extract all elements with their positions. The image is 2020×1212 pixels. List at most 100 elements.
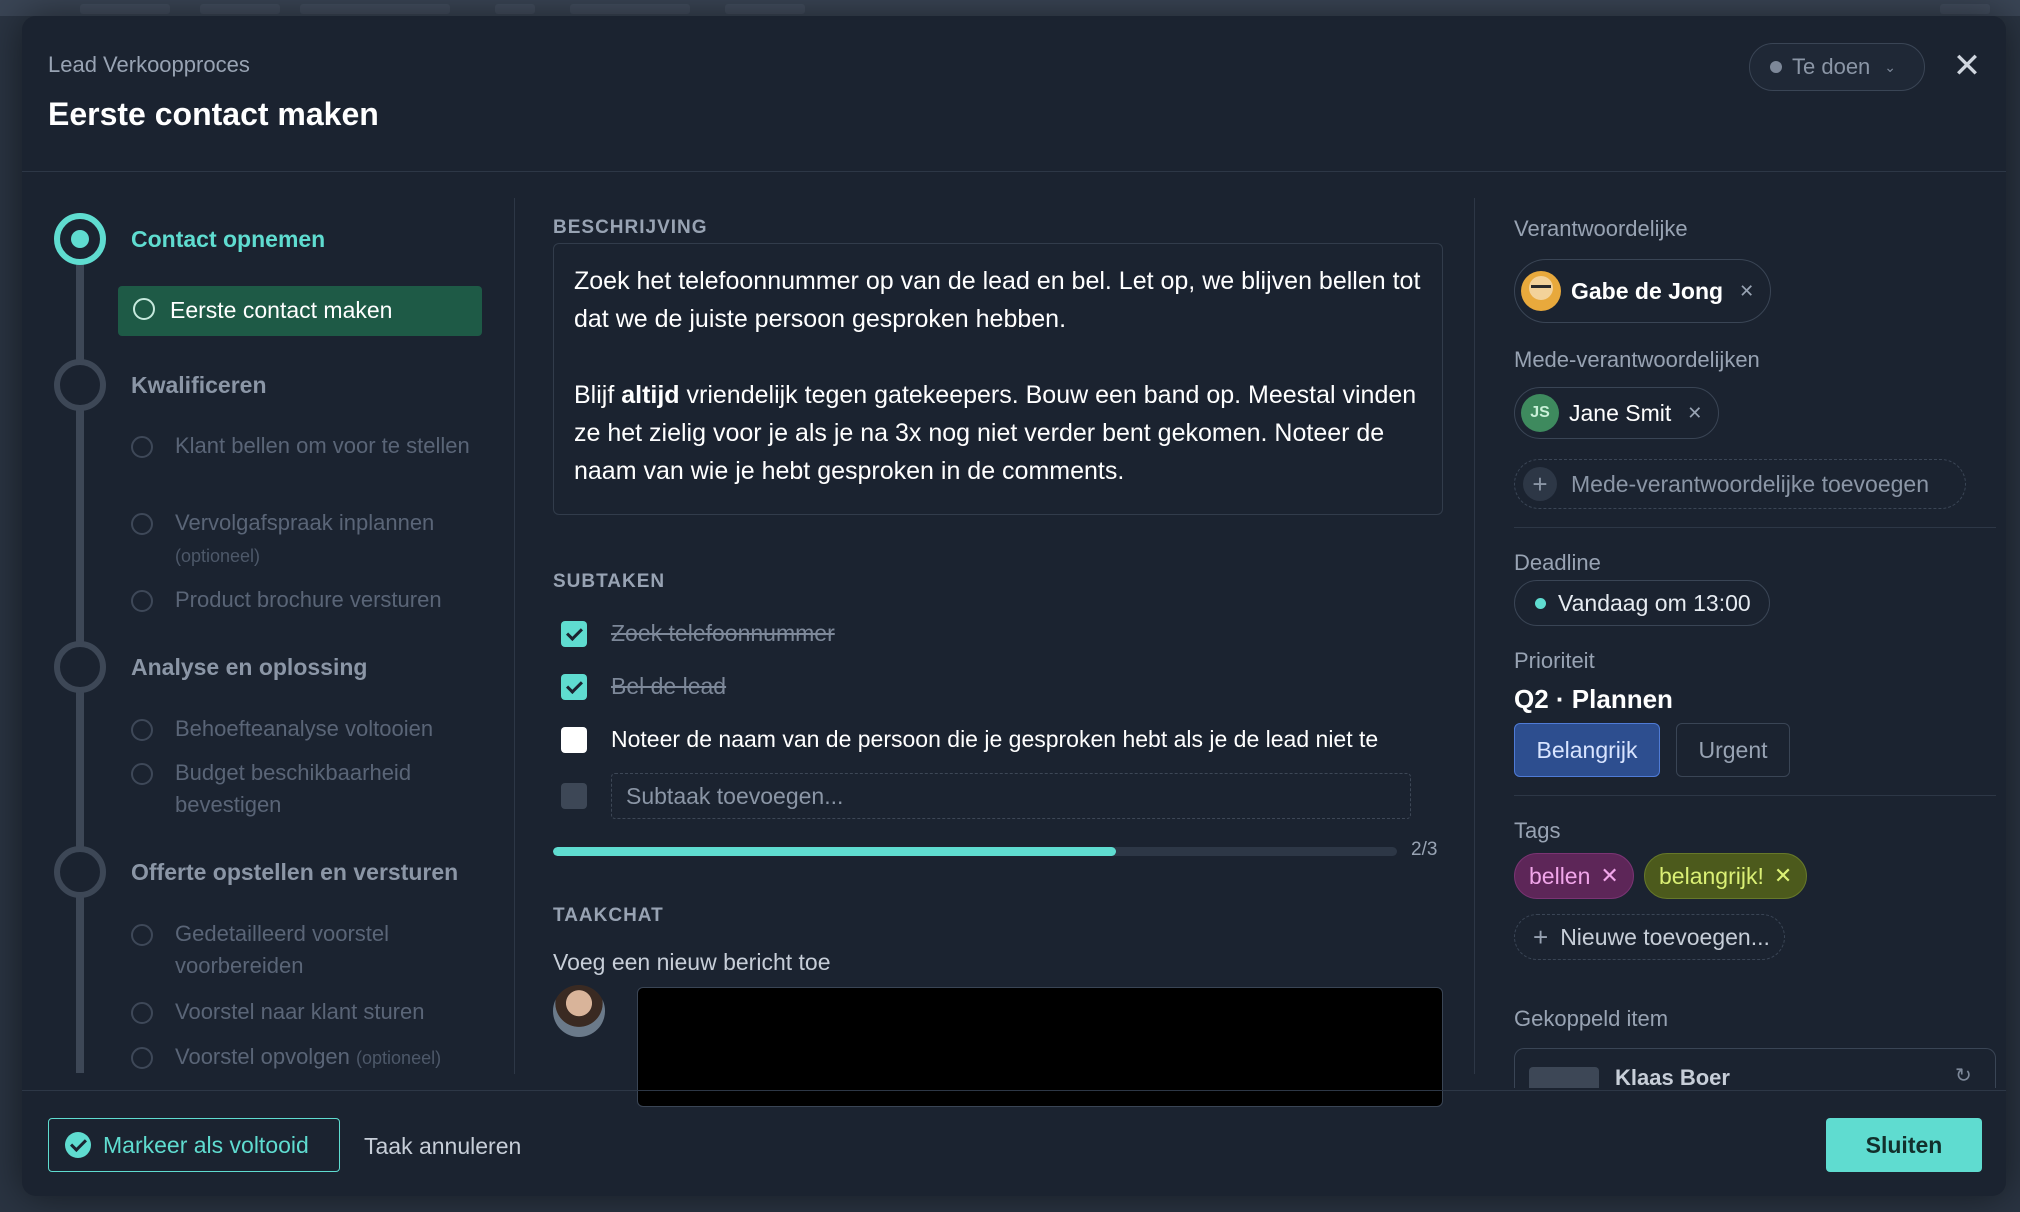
subtask-label: Bel de lead [611,673,727,699]
radio-icon [131,924,153,946]
plus-icon: + [1523,467,1557,501]
tag-belangrijk[interactable]: belangrijk! ✕ [1644,853,1808,899]
step-title-offerte[interactable]: Offerte opstellen en versturen [131,859,458,886]
add-subtask-input[interactable] [611,773,1411,819]
column-divider [1474,198,1475,1074]
linked-item-name: Klaas Boer [1615,1065,1730,1088]
step-item-budget[interactable]: Budget beschikbaarheid bevestigen [131,757,495,821]
step-item-vervolgafspraak[interactable]: Vervolgafspraak inplannen (optioneel) [131,507,495,572]
linked-item-card[interactable]: Klaas Boer ↻ [1514,1048,1996,1088]
breadcrumb[interactable]: Lead Verkoopproces [48,52,250,78]
priority-label: Prioriteit [1514,648,1595,673]
step-item-behoefteanalyse[interactable]: Behoefteanalyse voltooien [131,713,495,745]
co-owner-chip[interactable]: JS Jane Smit ✕ [1514,387,1720,439]
step-title-contact-opnemen[interactable]: Contact opnemen [131,226,325,253]
subtask-row[interactable]: Bel de lead [561,673,726,700]
close-button[interactable]: Sluiten [1826,1118,1982,1172]
owner-name: Gabe de Jong [1571,277,1724,304]
linked-item-badge [1529,1067,1599,1088]
checkbox-checked-icon[interactable] [561,620,587,647]
step-indicator [54,641,106,693]
column-divider [514,198,515,1074]
avatar: JS [1521,394,1559,432]
step-item-voorstel-opvolgen[interactable]: Voorstel opvolgen (optioneel) [131,1041,495,1074]
step-item-voorstel-sturen[interactable]: Voorstel naar klant sturen [131,996,495,1028]
description-heading: BESCHRIJVING [553,217,708,238]
radio-icon [131,1047,153,1069]
divider [1514,795,1996,796]
deadline-value: Vandaag om 13:00 [1558,589,1751,616]
step-item-klant-bellen[interactable]: Klant bellen om voor te stellen [131,430,495,462]
radio-icon [131,763,153,785]
step-title-analyse[interactable]: Analyse en oplossing [131,654,367,681]
subtask-progress-bar [553,847,1397,856]
subtask-label: Noteer de naam van de persoon die je ges… [611,726,1379,752]
owner-label: Verantwoordelijke [1514,216,1688,241]
step-item-label: Eerste contact maken [170,297,393,323]
checkbox-checked-icon[interactable] [561,673,587,700]
status-label: Te doen [1792,54,1871,79]
remove-icon[interactable]: ✕ [1687,403,1702,424]
radio-icon [133,298,155,320]
checkbox-disabled-icon [561,783,587,809]
step-indicator-active [54,213,106,265]
optional-label: (optioneel) [356,1048,442,1068]
step-item-label: Product brochure versturen [175,587,442,612]
tag-label: bellen [1529,862,1591,889]
chat-heading: TAAKCHAT [553,905,664,926]
deadline-dot-icon [1535,597,1546,609]
process-stepper: Contact opnemen Eerste contact maken Kwa… [22,173,516,1073]
avatar [1521,271,1561,311]
status-dropdown[interactable]: Te doen ⌄ [1749,43,1925,91]
radio-icon [131,590,153,612]
remove-icon[interactable]: ✕ [1739,281,1754,302]
checkbox-icon[interactable] [561,726,587,753]
radio-icon [131,719,153,741]
description-editor[interactable]: Zoek het telefoonnummer op van de lead e… [553,243,1443,515]
subtask-row[interactable]: Noteer de naam van de persoon die je ges… [561,726,1378,753]
step-item-brochure[interactable]: Product brochure versturen [131,584,495,616]
optional-label: (optioneel) [175,546,261,566]
add-tag-button[interactable]: + Nieuwe toevoegen... [1514,914,1785,960]
priority-value: Q2 · Plannen [1514,684,1673,714]
co-owner-name: Jane Smit [1569,399,1672,426]
mark-complete-button[interactable]: Markeer als voltooid [48,1118,340,1172]
subtask-row[interactable]: Zoek telefoonnummer [561,620,835,647]
tag-bellen[interactable]: bellen ✕ [1514,853,1634,899]
subtasks-heading: SUBTAKEN [553,571,666,592]
chat-prompt: Voeg een nieuw bericht toe [553,949,831,975]
tag-label: belangrijk! [1659,862,1764,889]
task-modal: Lead Verkoopproces Eerste contact maken … [22,16,2006,1196]
remove-icon[interactable]: ✕ [1600,863,1618,889]
modal-header: Lead Verkoopproces Eerste contact maken … [22,16,2006,172]
close-icon[interactable]: ✕ [1947,46,1987,86]
radio-icon [131,436,153,458]
add-tag-label: Nieuwe toevoegen... [1560,923,1770,950]
step-item-eerste-contact-maken[interactable]: Eerste contact maken [118,286,482,336]
status-dot-icon [1770,61,1782,73]
divider [1514,527,1996,528]
page-title: Eerste contact maken [48,96,379,132]
add-co-owner-button[interactable]: + Mede-verantwoordelijke toevoegen [1514,459,1966,509]
priority-urgent-button[interactable]: Urgent [1676,723,1790,777]
chevron-down-icon: ⌄ [1884,58,1897,75]
step-item-label: Voorstel naar klant sturen [175,999,425,1024]
owner-chip[interactable]: Gabe de Jong ✕ [1514,259,1772,323]
deadline-label: Deadline [1514,550,1601,575]
subtask-progress-text: 2/3 [1411,839,1438,860]
deadline-picker[interactable]: Vandaag om 13:00 [1514,580,1770,626]
subtask-label: Zoek telefoonnummer [611,620,835,646]
linked-item-label: Gekoppeld item [1514,1006,1669,1031]
remove-icon[interactable]: ✕ [1774,863,1792,889]
unlink-icon[interactable]: ↻ [1955,1063,1972,1088]
step-item-label: Gedetailleerd voorstel voorbereiden [175,921,390,978]
add-co-owner-label: Mede-verantwoordelijke toevoegen [1571,470,1929,497]
step-item-voorstel-voorbereiden[interactable]: Gedetailleerd voorstel voorbereiden [131,918,495,982]
subtask-progress-fill [553,847,1116,856]
cancel-task-button[interactable]: Taak annuleren [364,1133,521,1160]
priority-important-button[interactable]: Belangrijk [1514,723,1660,777]
step-item-label: Budget beschikbaarheid bevestigen [175,760,412,817]
avatar [553,985,605,1037]
step-title-kwalificeren[interactable]: Kwalificeren [131,372,267,399]
chat-message-input[interactable] [637,987,1443,1107]
